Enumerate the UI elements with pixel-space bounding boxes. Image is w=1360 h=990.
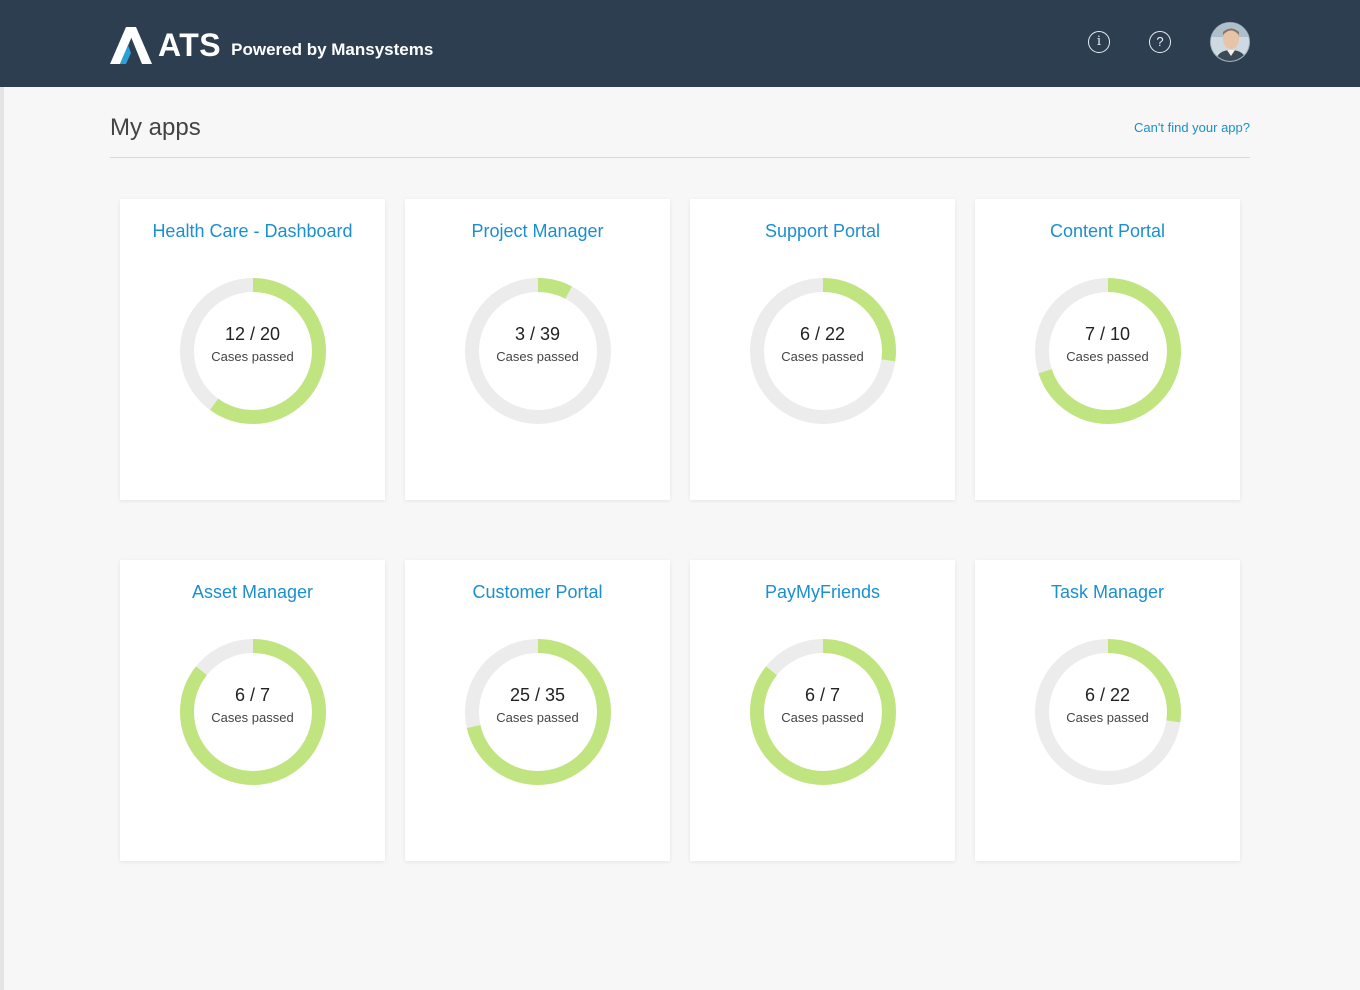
top-header: ATS Powered by Mansystems i ? [0, 0, 1360, 87]
app-card[interactable]: Content Portal 7 / 10 Cases passed [975, 199, 1240, 500]
left-edge [0, 87, 4, 990]
ats-logo[interactable]: ATS Powered by Mansystems [110, 24, 433, 64]
logo-name: ATS [158, 27, 222, 63]
app-card[interactable]: Customer Portal 25 / 35 Cases passed [405, 560, 670, 861]
cases-count: 7 / 10 [1084, 324, 1131, 344]
app-title[interactable]: Support Portal [690, 220, 955, 242]
user-avatar[interactable] [1210, 22, 1250, 62]
app-title[interactable]: PayMyFriends [690, 581, 955, 603]
cases-count: 6 / 7 [234, 685, 271, 705]
cases-caption: Cases passed [211, 349, 294, 364]
cant-find-app-link[interactable]: Can't find your app? [1134, 120, 1250, 135]
app-title[interactable]: Health Care - Dashboard [120, 220, 385, 242]
ats-logo-mark-icon [110, 27, 152, 64]
info-icon[interactable]: i [1088, 31, 1110, 53]
cases-count: 6 / 22 [1084, 685, 1131, 705]
logo-tagline: Powered by Mansystems [231, 40, 434, 59]
cases-caption: Cases passed [1066, 349, 1149, 364]
help-icon[interactable]: ? [1149, 31, 1171, 53]
app-card[interactable]: PayMyFriends 6 / 7 Cases passed [690, 560, 955, 861]
cases-caption: Cases passed [496, 349, 579, 364]
cases-caption: Cases passed [1066, 710, 1149, 725]
app-title[interactable]: Customer Portal [405, 581, 670, 603]
cases-count: 25 / 35 [509, 685, 566, 705]
app-title[interactable]: Asset Manager [120, 581, 385, 603]
cases-caption: Cases passed [211, 710, 294, 725]
user-photo-icon [1211, 23, 1249, 61]
cases-count: 3 / 39 [514, 324, 561, 344]
cases-count: 6 / 22 [799, 324, 846, 344]
cases-caption: Cases passed [781, 349, 864, 364]
cases-count: 12 / 20 [224, 324, 281, 344]
app-card[interactable]: Asset Manager 6 / 7 Cases passed [120, 560, 385, 861]
app-card[interactable]: Health Care - Dashboard 12 / 20 Cases pass… [120, 199, 385, 500]
app-title[interactable]: Content Portal [975, 220, 1240, 242]
cases-caption: Cases passed [781, 710, 864, 725]
app-card[interactable]: Task Manager 6 / 22 Cases passed [975, 560, 1240, 861]
cases-count: 6 / 7 [804, 685, 841, 705]
page-title: My apps [110, 114, 201, 141]
app-title[interactable]: Task Manager [975, 581, 1240, 603]
cases-caption: Cases passed [496, 710, 579, 725]
heading-divider [110, 157, 1250, 158]
app-title[interactable]: Project Manager [405, 220, 670, 242]
app-card[interactable]: Support Portal 6 / 22 Cases passed [690, 199, 955, 500]
app-card[interactable]: Project Manager 3 / 39 Cases passed [405, 199, 670, 500]
